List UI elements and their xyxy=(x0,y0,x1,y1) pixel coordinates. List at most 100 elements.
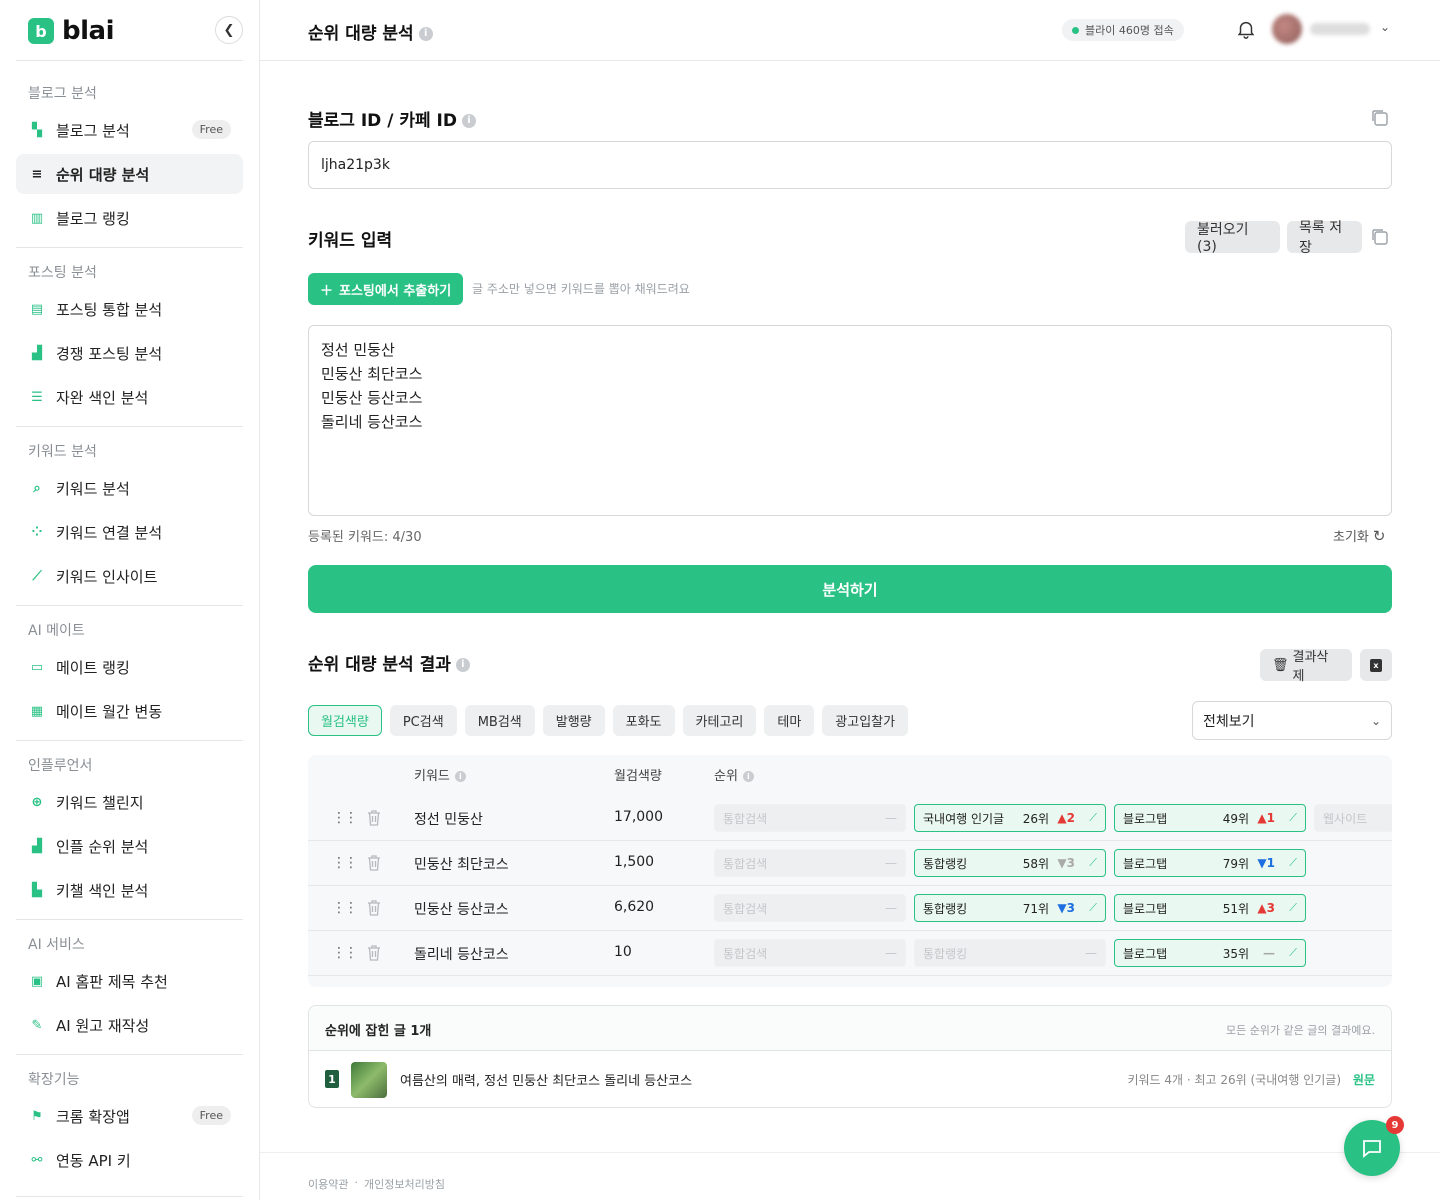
plus-icon: ＋ xyxy=(320,283,334,299)
sidebar-item[interactable]: ✎ AI 원고 재작성 xyxy=(16,1005,243,1045)
metric-chip[interactable]: 포화도 xyxy=(612,705,675,736)
trend-chart-icon[interactable]: ⟋ xyxy=(1079,811,1097,825)
blog-id-input[interactable]: ljha21p3k xyxy=(308,141,1392,189)
trend-chart-icon[interactable]: ⟋ xyxy=(1279,946,1297,960)
user-menu-caret-icon[interactable]: ⌄ xyxy=(1380,20,1390,34)
sidebar-item[interactable]: ▟ 인플 순위 분석 xyxy=(16,826,243,866)
sidebar-item[interactable]: ⚯ 연동 API 키 xyxy=(16,1140,243,1180)
info-icon[interactable]: i xyxy=(742,771,754,782)
sidebar-item[interactable]: ⌕ 키워드 분석 xyxy=(16,468,243,508)
sidebar-item[interactable]: ⟋ 키워드 인사이트 xyxy=(16,556,243,596)
sidebar-item[interactable]: ⁘ 키워드 연결 분석 xyxy=(16,512,243,552)
trend-chart-icon[interactable]: ⟋ xyxy=(1079,901,1097,915)
sidebar-divider xyxy=(16,60,243,61)
sidebar-section-title: 포스팅 분석 xyxy=(28,265,97,281)
metric-chip[interactable]: 월검색량 xyxy=(308,705,382,736)
rank-cell: 통합검색 — xyxy=(714,849,906,877)
sidebar-item[interactable]: ▥ 블로그 랭킹 xyxy=(16,198,243,238)
rank-cell[interactable]: 블로그탭 51위 ▲3 ⟋ xyxy=(1114,894,1306,922)
row-keyword: 돌리네 등산코스 xyxy=(414,947,509,963)
keyword-search-icon: ⌕ xyxy=(33,480,41,496)
reset-button[interactable]: 초기화 ↻ xyxy=(1333,526,1385,546)
ai-title-icon: ▣ xyxy=(30,973,44,989)
keyword-textarea[interactable]: 정선 민둥산 민둥산 최단코스 민둥산 등산코스 돌리네 등산코스 xyxy=(308,325,1392,516)
drag-handle-icon[interactable]: ⋮⋮ xyxy=(332,810,358,826)
collapse-sidebar-button[interactable]: ❮ xyxy=(215,16,243,44)
sidebar-item-label: 크롬 확장앱 xyxy=(56,1107,130,1126)
sidebar-item[interactable]: ⚑ 크롬 확장앱 Free xyxy=(16,1096,243,1136)
chevron-down-icon: ⌄ xyxy=(1370,713,1381,728)
trend-chart-icon[interactable]: ⟋ xyxy=(1079,856,1097,870)
delete-results-button[interactable]: 🗑 결과삭제 xyxy=(1260,649,1352,684)
excel-export-button[interactable]: x xyxy=(1360,649,1392,681)
drag-handle-icon[interactable]: ⋮⋮ xyxy=(332,945,358,961)
keyword-count: 등록된 키워드: 4/30 xyxy=(308,530,422,545)
rank-source: 블로그탭 xyxy=(1123,946,1168,961)
info-icon[interactable]: i xyxy=(454,771,466,782)
metric-chip[interactable]: PC검색 xyxy=(389,705,457,736)
metric-chip[interactable]: MB검색 xyxy=(464,705,535,736)
sidebar-item[interactable]: ⊕ 키워드 챌린지 xyxy=(16,782,243,822)
sidebar-item[interactable]: ▣ AI 홈판 제목 추천 xyxy=(16,961,243,1001)
sidebar-item[interactable]: ☰ 자완 색인 분석 xyxy=(16,377,243,417)
drag-handle-icon[interactable]: ⋮⋮ xyxy=(332,855,358,871)
terms-link[interactable]: 이용약관 xyxy=(308,1176,348,1192)
rank-cell[interactable]: 블로그탭 79위 ▼1 ⟋ xyxy=(1114,849,1306,877)
sidebar-item[interactable]: ▭ 메이트 랭킹 xyxy=(16,647,243,687)
rank-cell[interactable]: 국내여행 인기글 26위 ▲2 ⟋ xyxy=(914,804,1106,832)
sidebar-item[interactable]: ▚ 블로그 분석 Free xyxy=(16,110,243,150)
rank-cell[interactable]: 블로그탭 49위 ▲1 ⟋ xyxy=(1114,804,1306,832)
ranked-posts-panel: 순위에 잡힌 글 1개 모든 순위가 같은 글의 결과예요. 1 여름산의 매력… xyxy=(308,1005,1392,1108)
user-avatar[interactable] xyxy=(1272,14,1302,44)
results-table: 키워드 i 월검색량 순위 i ⋮⋮ 정선 민둥산 17,000 통합검색 — 국내여행 인기… xyxy=(308,755,1392,987)
index-analysis-icon: ☰ xyxy=(31,389,43,405)
rank-value: — xyxy=(1085,946,1097,960)
trend-chart-icon[interactable]: ⟋ xyxy=(1279,901,1297,915)
online-status-dot xyxy=(1072,26,1079,34)
info-icon[interactable]: i xyxy=(418,27,433,41)
footer: 이용약관 · 개인정보처리방침 xyxy=(308,1176,445,1192)
trash-icon[interactable] xyxy=(366,944,382,962)
view-filter-select[interactable]: 전체보기 ⌄ xyxy=(1192,701,1392,740)
privacy-link[interactable]: 개인정보처리방침 xyxy=(364,1176,445,1192)
bell-icon[interactable] xyxy=(1235,18,1257,40)
original-post-link[interactable]: 원문 xyxy=(1353,1071,1375,1088)
post-title[interactable]: 여름산의 매력, 정선 민둥산 최단코스 돌리네 등산코스 xyxy=(400,1070,692,1089)
brand-logo[interactable]: b blai xyxy=(28,16,114,46)
trash-icon[interactable] xyxy=(366,899,382,917)
sidebar-item[interactable]: ▦ 메이트 월간 변동 xyxy=(16,691,243,731)
rank-cell[interactable]: 통합랭킹 58위 ▼3 ⟋ xyxy=(914,849,1106,877)
copy-icon[interactable] xyxy=(1370,227,1390,247)
trend-chart-icon[interactable]: ⟋ xyxy=(1279,856,1297,870)
metric-chip[interactable]: 광고입찰가 xyxy=(822,705,909,736)
trash-icon[interactable] xyxy=(366,809,382,827)
sidebar-item-label: 메이트 월간 변동 xyxy=(56,702,163,721)
trend-chart-icon[interactable]: ⟋ xyxy=(1279,811,1297,825)
metric-chip[interactable]: 카테고리 xyxy=(682,705,757,736)
save-list-button[interactable]: 목록 저장 xyxy=(1287,220,1362,256)
extract-from-posting-button[interactable]: ＋ 포스팅에서 추출하기 xyxy=(308,273,464,305)
rank-source: 블로그탭 xyxy=(1123,856,1168,871)
rank-cell[interactable]: 통합랭킹 71위 ▼3 ⟋ xyxy=(914,894,1106,922)
trash-icon[interactable] xyxy=(366,854,382,872)
keyword-line: 정선 민둥산 xyxy=(321,341,395,359)
page-title: 순위 대량 분석 i xyxy=(308,19,433,44)
sidebar-item[interactable]: ▟ 경쟁 포스팅 분석 xyxy=(16,333,243,373)
sidebar-item[interactable]: ≡ 순위 대량 분석 xyxy=(16,154,243,194)
metric-chip[interactable]: 테마 xyxy=(764,705,815,736)
rank-cell: 통합랭킹 — xyxy=(914,939,1106,967)
drag-handle-icon[interactable]: ⋮⋮ xyxy=(332,900,358,916)
load-list-button[interactable]: 불러오기 (3) xyxy=(1185,221,1280,255)
copy-icon[interactable] xyxy=(1370,108,1390,128)
sidebar-item[interactable]: ▤ 포스팅 통합 분석 xyxy=(16,289,243,329)
post-rank-badge: 1 xyxy=(325,1070,339,1088)
post-thumbnail[interactable] xyxy=(351,1062,387,1098)
rank-cell[interactable]: 블로그탭 35위 — ⟋ xyxy=(1114,939,1306,967)
info-icon[interactable]: i xyxy=(455,658,470,672)
info-icon[interactable]: i xyxy=(461,114,476,128)
blog-analysis-icon: ▚ xyxy=(32,122,42,138)
analyze-button[interactable]: 분석하기 xyxy=(308,565,1392,613)
metric-chip[interactable]: 발행량 xyxy=(542,705,605,736)
sidebar-item[interactable]: ▙ 키챌 색인 분석 xyxy=(16,870,243,910)
rank-source: 통합검색 xyxy=(723,811,768,826)
